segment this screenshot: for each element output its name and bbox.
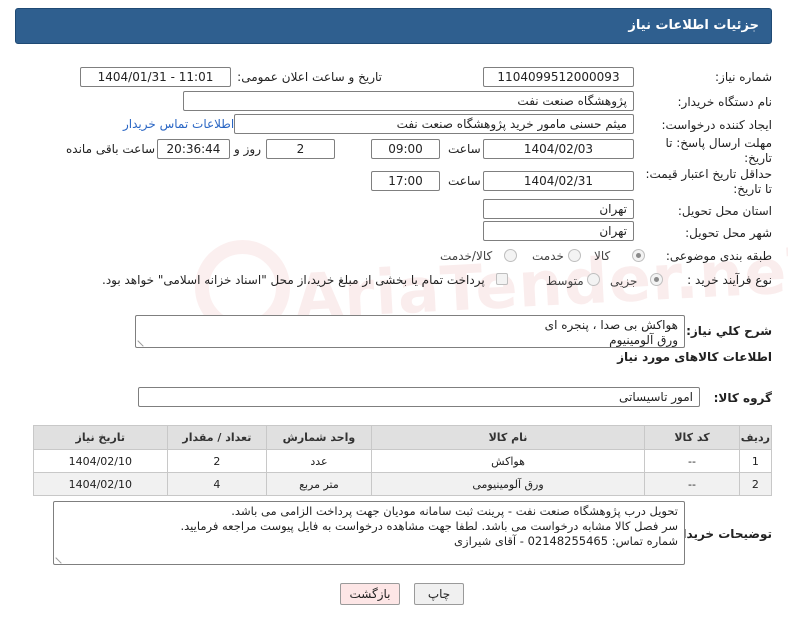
need-date-cell: 1404/02/10 [33, 472, 168, 496]
items-table: ردیف کد کالا نام کالا واحد شمارش تعداد /… [33, 425, 773, 496]
price-validity-date-field: 1404/02/31 [483, 171, 634, 191]
items-section-title: اطلاعات کالاهای مورد نیاز [617, 350, 772, 364]
general-description-line-2: ورق آلومینیوم [609, 333, 678, 347]
buyer-org-label: نام دستگاه خریدار: [677, 95, 773, 109]
back-button[interactable]: بازگشت [340, 583, 400, 605]
buyer-notes-line-3: شماره تماس: 02148255465 - آقای شیرازی [454, 534, 678, 548]
buyer-notes-line-1: تحویل درب پژوهشگاه صنعت نفت - پرینت ثبت … [231, 504, 678, 518]
quantity-cell: 4 [166, 472, 268, 496]
reply-days-label: روز و [234, 142, 261, 156]
buyer-org-field: پژوهشگاه صنعت نفت [183, 91, 634, 111]
item-code-cell: -- [644, 449, 740, 473]
col-code-header: کد کالا [644, 425, 740, 450]
remaining-time-label: ساعت باقی مانده [66, 142, 156, 156]
purchase-type-label: نوع فرآیند خرید : [687, 273, 772, 287]
purchase-medium-radio[interactable] [587, 273, 600, 286]
announce-datetime-label: تاریخ و ساعت اعلان عمومی: [237, 70, 382, 84]
category-goods-label: کالا [594, 249, 611, 263]
col-qty-header: تعداد / مقدار [166, 425, 268, 450]
reply-deadline-label-2: تاریخ: [744, 151, 772, 165]
quantity-cell: 2 [166, 449, 268, 473]
treasury-bonds-checkbox[interactable] [496, 273, 508, 285]
table-row: 2 -- ورق آلومینیومی متر مربع 4 1404/02/1… [33, 472, 773, 496]
category-service-radio[interactable] [568, 249, 581, 262]
item-name-cell: هواکش [370, 449, 646, 473]
announce-datetime-field: 1404/01/31 - 11:01 [80, 67, 231, 87]
goods-group-label: گروه کالا: [713, 391, 772, 405]
reply-deadline-time-field: 09:00 [371, 139, 440, 159]
category-goods-service-label: کالا/خدمت [440, 249, 493, 263]
buyer-notes-label: توضیحات خریدار: [670, 527, 772, 541]
price-validity-label-2: تا تاریخ: [733, 182, 772, 196]
category-goods-radio[interactable] [632, 249, 645, 262]
province-field: تهران [483, 199, 634, 219]
buyer-contact-link[interactable]: اطلاعات تماس خریدار [123, 117, 234, 131]
category-goods-service-radio[interactable] [504, 249, 517, 262]
table-row: 1 -- هواکش عدد 2 1404/02/10 [33, 449, 773, 473]
general-description-label: شرح کلي نياز: [686, 324, 772, 338]
need-number-field: 1104099512000093 [483, 67, 634, 87]
reply-deadline-time-label: ساعت [448, 142, 481, 156]
category-label: طبقه بندی موضوعی: [665, 249, 772, 263]
remaining-time-field: 20:36:44 [157, 139, 230, 159]
purchase-minor-label: جزیی [610, 274, 638, 288]
reply-deadline-label-1: مهلت ارسال پاسخ: تا [665, 136, 772, 150]
requester-field: میثم حسنی مامور خرید پژوهشگاه صنعت نفت [234, 114, 634, 134]
unit-cell: عدد [266, 449, 372, 473]
row-number-cell: 1 [738, 449, 773, 473]
col-unit-header: واحد شمارش [266, 425, 372, 450]
price-validity-time-label: ساعت [448, 174, 481, 188]
reply-deadline-date-field: 1404/02/03 [483, 139, 634, 159]
purchase-minor-radio[interactable] [650, 273, 663, 286]
page-header: جزئیات اطلاعات نیاز [15, 8, 772, 44]
need-number-label: شماره نیاز: [715, 70, 772, 84]
goods-group-field: امور تاسیساتی [138, 387, 700, 407]
page-title: جزئیات اطلاعات نیاز [628, 18, 759, 33]
general-description-line-1: هواکش بی صدا ، پنجره ای [544, 318, 678, 332]
need-date-cell: 1404/02/10 [33, 449, 168, 473]
requester-label: ایجاد کننده درخواست: [661, 118, 772, 132]
resize-handle-icon[interactable] [55, 552, 67, 564]
treasury-bonds-note: پرداخت تمام یا بخشی از مبلغ خرید،از محل … [102, 273, 485, 287]
reply-days-field: 2 [266, 139, 335, 159]
col-name-header: نام کالا [370, 425, 646, 450]
row-number-cell: 2 [738, 472, 773, 496]
buyer-notes-box[interactable]: تحویل درب پژوهشگاه صنعت نفت - پرینت ثبت … [53, 501, 685, 565]
province-label: استان محل تحویل: [677, 204, 772, 218]
print-button[interactable]: چاپ [414, 583, 464, 605]
col-date-header: تاریخ نیاز [33, 425, 168, 450]
col-row-header: ردیف [738, 425, 773, 450]
item-code-cell: -- [644, 472, 740, 496]
category-service-label: خدمت [532, 249, 564, 263]
city-label: شهر محل تحویل: [685, 226, 772, 240]
price-validity-label-1: حداقل تاریخ اعتبار قیمت: [645, 167, 772, 181]
unit-cell: متر مربع [266, 472, 372, 496]
purchase-medium-label: متوسط [546, 274, 584, 288]
price-validity-time-field: 17:00 [371, 171, 440, 191]
general-description-box[interactable]: هواکش بی صدا ، پنجره ای ورق آلومینیوم [135, 315, 685, 348]
city-field: تهران [483, 221, 634, 241]
buyer-notes-line-2: سر فصل کالا مشابه درخواست می باشد. لطفا … [180, 519, 678, 533]
item-name-cell: ورق آلومینیومی [370, 472, 646, 496]
table-header-row: ردیف کد کالا نام کالا واحد شمارش تعداد /… [33, 425, 773, 450]
